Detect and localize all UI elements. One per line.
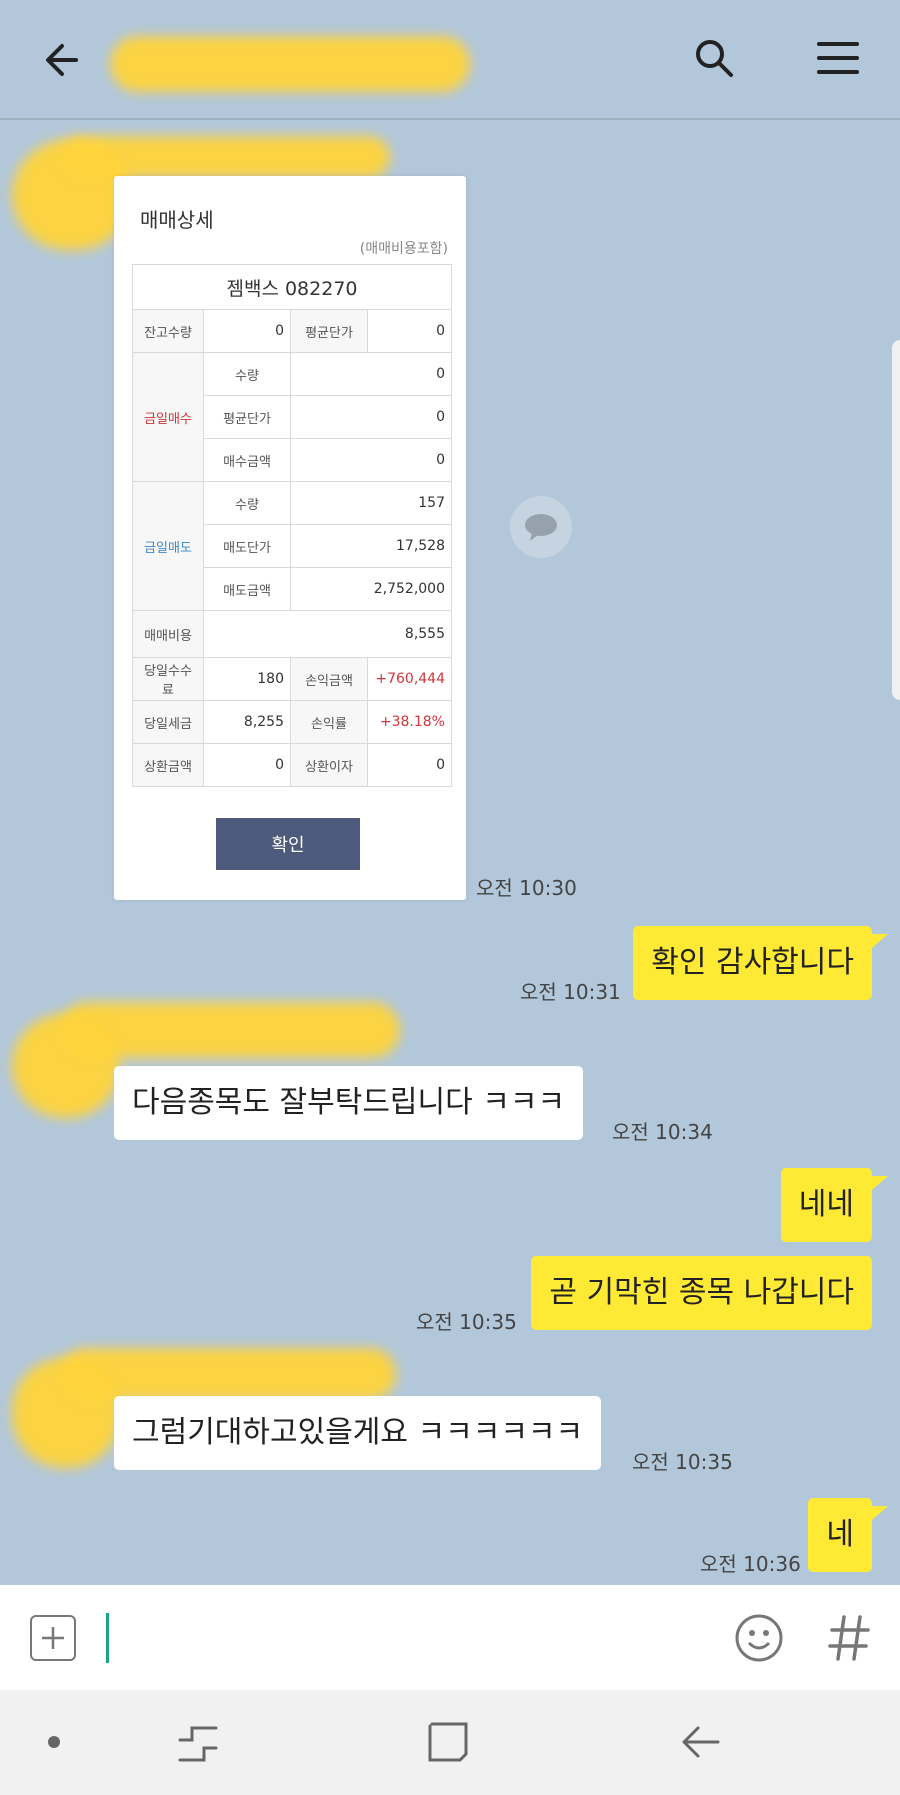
cell-value: 2,752,000: [290, 567, 452, 611]
other-message-bubble[interactable]: 그럼기대하고있을게요 ㅋㅋㅋㅋㅋㅋ: [114, 1396, 602, 1470]
emoji-icon[interactable]: [734, 1613, 784, 1663]
text-cursor: [106, 1613, 109, 1663]
bubble-tail: [872, 1506, 888, 1520]
cell-value: 8,255: [203, 700, 291, 744]
cell-label: 손익률: [290, 700, 368, 744]
dot-icon: [48, 1736, 60, 1748]
message-time: 오전 10:34: [612, 1120, 713, 1144]
back-arrow-icon[interactable]: [36, 34, 88, 86]
cell-value: 157: [290, 481, 452, 525]
scroll-handle[interactable]: [892, 340, 900, 700]
cell-label: 손익금액: [290, 657, 368, 701]
cell-label: 상환이자: [290, 743, 368, 787]
message-time: 오전 10:35: [416, 1310, 517, 1334]
table-row: 당일세금 8,255 손익률 +38.18%: [132, 700, 452, 744]
bubble-tail: [872, 1176, 888, 1190]
message-time: 오전 10:31: [520, 980, 621, 1004]
redacted-sender-name: [60, 1002, 400, 1058]
cell-label: 매도금액: [203, 567, 291, 611]
other-message-bubble[interactable]: 다음종목도 잘부탁드립니다 ㅋㅋㅋ: [114, 1066, 584, 1140]
cell-label: 상환금액: [132, 743, 204, 787]
message-input[interactable]: [104, 1607, 704, 1665]
cell-label: 잔고수량: [132, 309, 204, 353]
table-row: 매매비용 8,555: [132, 610, 452, 658]
card-title: 매매상세: [140, 208, 214, 232]
cell-value: +760,444: [367, 657, 452, 701]
cell-value: 0: [203, 743, 291, 787]
system-nav-bar: [0, 1690, 900, 1795]
cell-value: 0: [367, 743, 452, 787]
redacted-chat-name: [110, 36, 470, 92]
table-row: 당일수수료 180 손익금액 +760,444: [132, 657, 452, 701]
cell-value: 8,555: [203, 610, 452, 658]
cell-label: 당일수수료: [132, 657, 204, 701]
table-row: 금일매도 수량 157: [132, 481, 452, 611]
trade-table: 젬백스 082270 잔고수량 0 평균단가 0 금일매수 수량 0 평균단가 …: [132, 264, 452, 787]
recent-apps-icon[interactable]: [176, 1722, 220, 1766]
cell-value: 0: [290, 395, 452, 439]
home-icon[interactable]: [426, 1720, 470, 1764]
cell-value: 0: [290, 352, 452, 396]
back-icon[interactable]: [678, 1720, 722, 1764]
cell-value: 0: [290, 438, 452, 482]
table-row: 금일매수 수량 0: [132, 352, 452, 482]
cell-label: 당일세금: [132, 700, 204, 744]
my-message-bubble[interactable]: 확인 감사합니다: [633, 926, 872, 1000]
share-icon[interactable]: [510, 496, 572, 558]
cell-value: 0: [367, 309, 452, 353]
plus-icon[interactable]: [30, 1615, 76, 1661]
cell-label: 평균단가: [290, 309, 368, 353]
chat-header: [0, 0, 900, 120]
redacted-sender-name: [60, 1348, 396, 1400]
table-row: 젬백스 082270: [132, 264, 452, 310]
stock-name: 젬백스 082270: [132, 264, 452, 310]
cell-label: 금일매도: [132, 481, 204, 611]
message-time: 오전 10:36: [700, 1552, 801, 1576]
cell-label: 수량: [203, 352, 291, 396]
trade-detail-image[interactable]: 매매상세 (매매비용포함) 젬백스 082270 잔고수량 0 평균단가 0 금…: [114, 176, 466, 900]
cell-label: 매매비용: [132, 610, 204, 658]
hashtag-icon[interactable]: [826, 1613, 872, 1663]
message-time: 오전 10:35: [632, 1450, 733, 1474]
cell-label: 평균단가: [203, 395, 291, 439]
cell-value: 17,528: [290, 524, 452, 568]
cell-label: 금일매수: [132, 352, 204, 482]
table-row: 상환금액 0 상환이자 0: [132, 743, 452, 787]
message-time: 오전 10:30: [476, 876, 577, 900]
table-row: 잔고수량 0 평균단가 0: [132, 309, 452, 353]
card-note: (매매비용포함): [359, 241, 448, 257]
confirm-button[interactable]: 확인: [216, 818, 360, 870]
my-message-bubble[interactable]: 곧 기막힌 종목 나갑니다: [531, 1256, 872, 1330]
cell-value: 180: [203, 657, 291, 701]
search-icon[interactable]: [688, 32, 740, 84]
message-input-bar: [0, 1585, 900, 1690]
cell-value: +38.18%: [367, 700, 452, 744]
menu-icon[interactable]: [812, 34, 864, 82]
redacted-sender-name: [60, 136, 390, 178]
my-message-bubble[interactable]: 네네: [780, 1168, 872, 1242]
cell-label: 수량: [203, 481, 291, 525]
cell-label: 매수금액: [203, 438, 291, 482]
cell-label: 매도단가: [203, 524, 291, 568]
my-message-bubble[interactable]: 네: [808, 1498, 872, 1572]
cell-value: 0: [203, 309, 291, 353]
bubble-tail: [872, 934, 888, 948]
